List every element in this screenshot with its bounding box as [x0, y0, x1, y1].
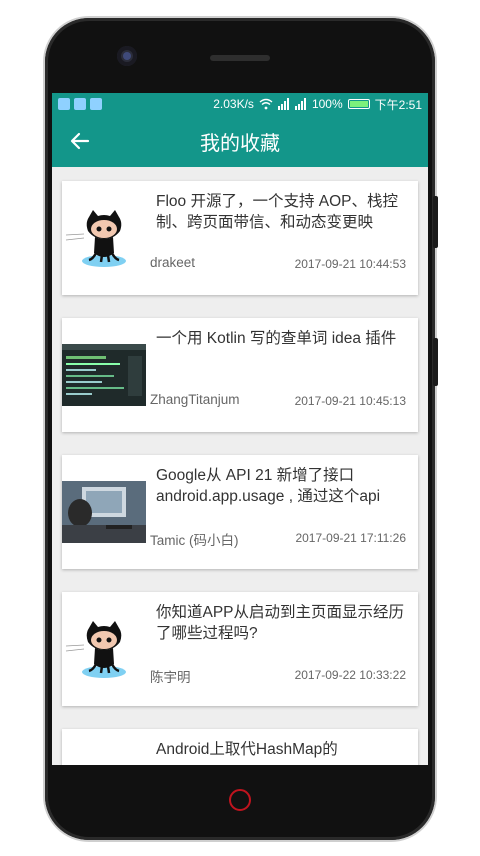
document-icon: [74, 98, 86, 110]
earpiece-speaker: [210, 55, 270, 61]
item-time: 2017-09-21 17:11:26: [295, 531, 406, 545]
octocat-icon: [65, 210, 126, 267]
item-time: 2017-09-22 10:33:22: [294, 668, 406, 682]
list-item[interactable]: 你知道APP从启动到主页面显示经历了哪些过程吗? 陈宇明 2017-09-22 …: [62, 592, 418, 706]
list-item[interactable]: Android上取代HashMap的: [62, 729, 418, 765]
screen: 2.03K/s 100% 下午2:51 我的收藏 Floo 开源了，一个支持 A…: [52, 93, 428, 765]
home-button[interactable]: [229, 789, 251, 811]
desk-photo-thumbnail: [62, 481, 146, 543]
list-item[interactable]: Google从 API 21 新增了接口 android.app.usage ,…: [62, 455, 418, 569]
item-title: 一个用 Kotlin 写的查单词 idea 插件: [156, 330, 397, 347]
item-title: Floo 开源了，一个支持 AOP、栈控制、跨页面带信、和动态变更映: [156, 193, 398, 231]
code-screenshot-thumbnail: [62, 344, 146, 406]
status-bar: 2.03K/s 100% 下午2:51: [52, 93, 428, 115]
front-camera: [117, 46, 137, 66]
favorites-list: Floo 开源了，一个支持 AOP、栈控制、跨页面带信、和动态变更映 drake…: [52, 167, 428, 765]
list-item[interactable]: 一个用 Kotlin 写的查单词 idea 插件 ZhangTitanjum 2…: [62, 318, 418, 432]
item-author: Tamic (码小白): [150, 533, 239, 548]
page-title: 我的收藏: [200, 132, 280, 155]
item-author: ZhangTitanjum: [150, 392, 240, 407]
battery-percent: 100%: [311, 97, 343, 111]
network-speed: 2.03K/s: [213, 97, 254, 111]
clock: 下午2:51: [374, 97, 422, 112]
octocat-icon: [65, 621, 126, 678]
signal-icon: [277, 98, 289, 110]
arrow-left-icon[interactable]: [68, 129, 92, 153]
app-bar: 我的收藏: [52, 115, 428, 167]
cloud-icon: [90, 98, 102, 110]
item-title: 你知道APP从启动到主页面显示经历了哪些过程吗?: [156, 604, 405, 642]
power-button: [433, 338, 438, 386]
signal-icon-2: [294, 98, 306, 110]
list-item[interactable]: Floo 开源了，一个支持 AOP、栈控制、跨页面带信、和动态变更映 drake…: [62, 181, 418, 295]
shield-icon: [58, 98, 70, 110]
item-title: Google从 API 21 新增了接口 android.app.usage ,…: [156, 467, 381, 505]
volume-button: [433, 196, 438, 248]
battery-icon: [347, 99, 370, 109]
item-author: drakeet: [150, 255, 196, 270]
item-time: 2017-09-21 10:44:53: [294, 257, 406, 271]
item-author: 陈宇明: [150, 670, 191, 685]
wifi-icon: [259, 98, 273, 110]
item-time: 2017-09-21 10:45:13: [294, 394, 406, 408]
item-title: Android上取代HashMap的: [156, 741, 338, 758]
